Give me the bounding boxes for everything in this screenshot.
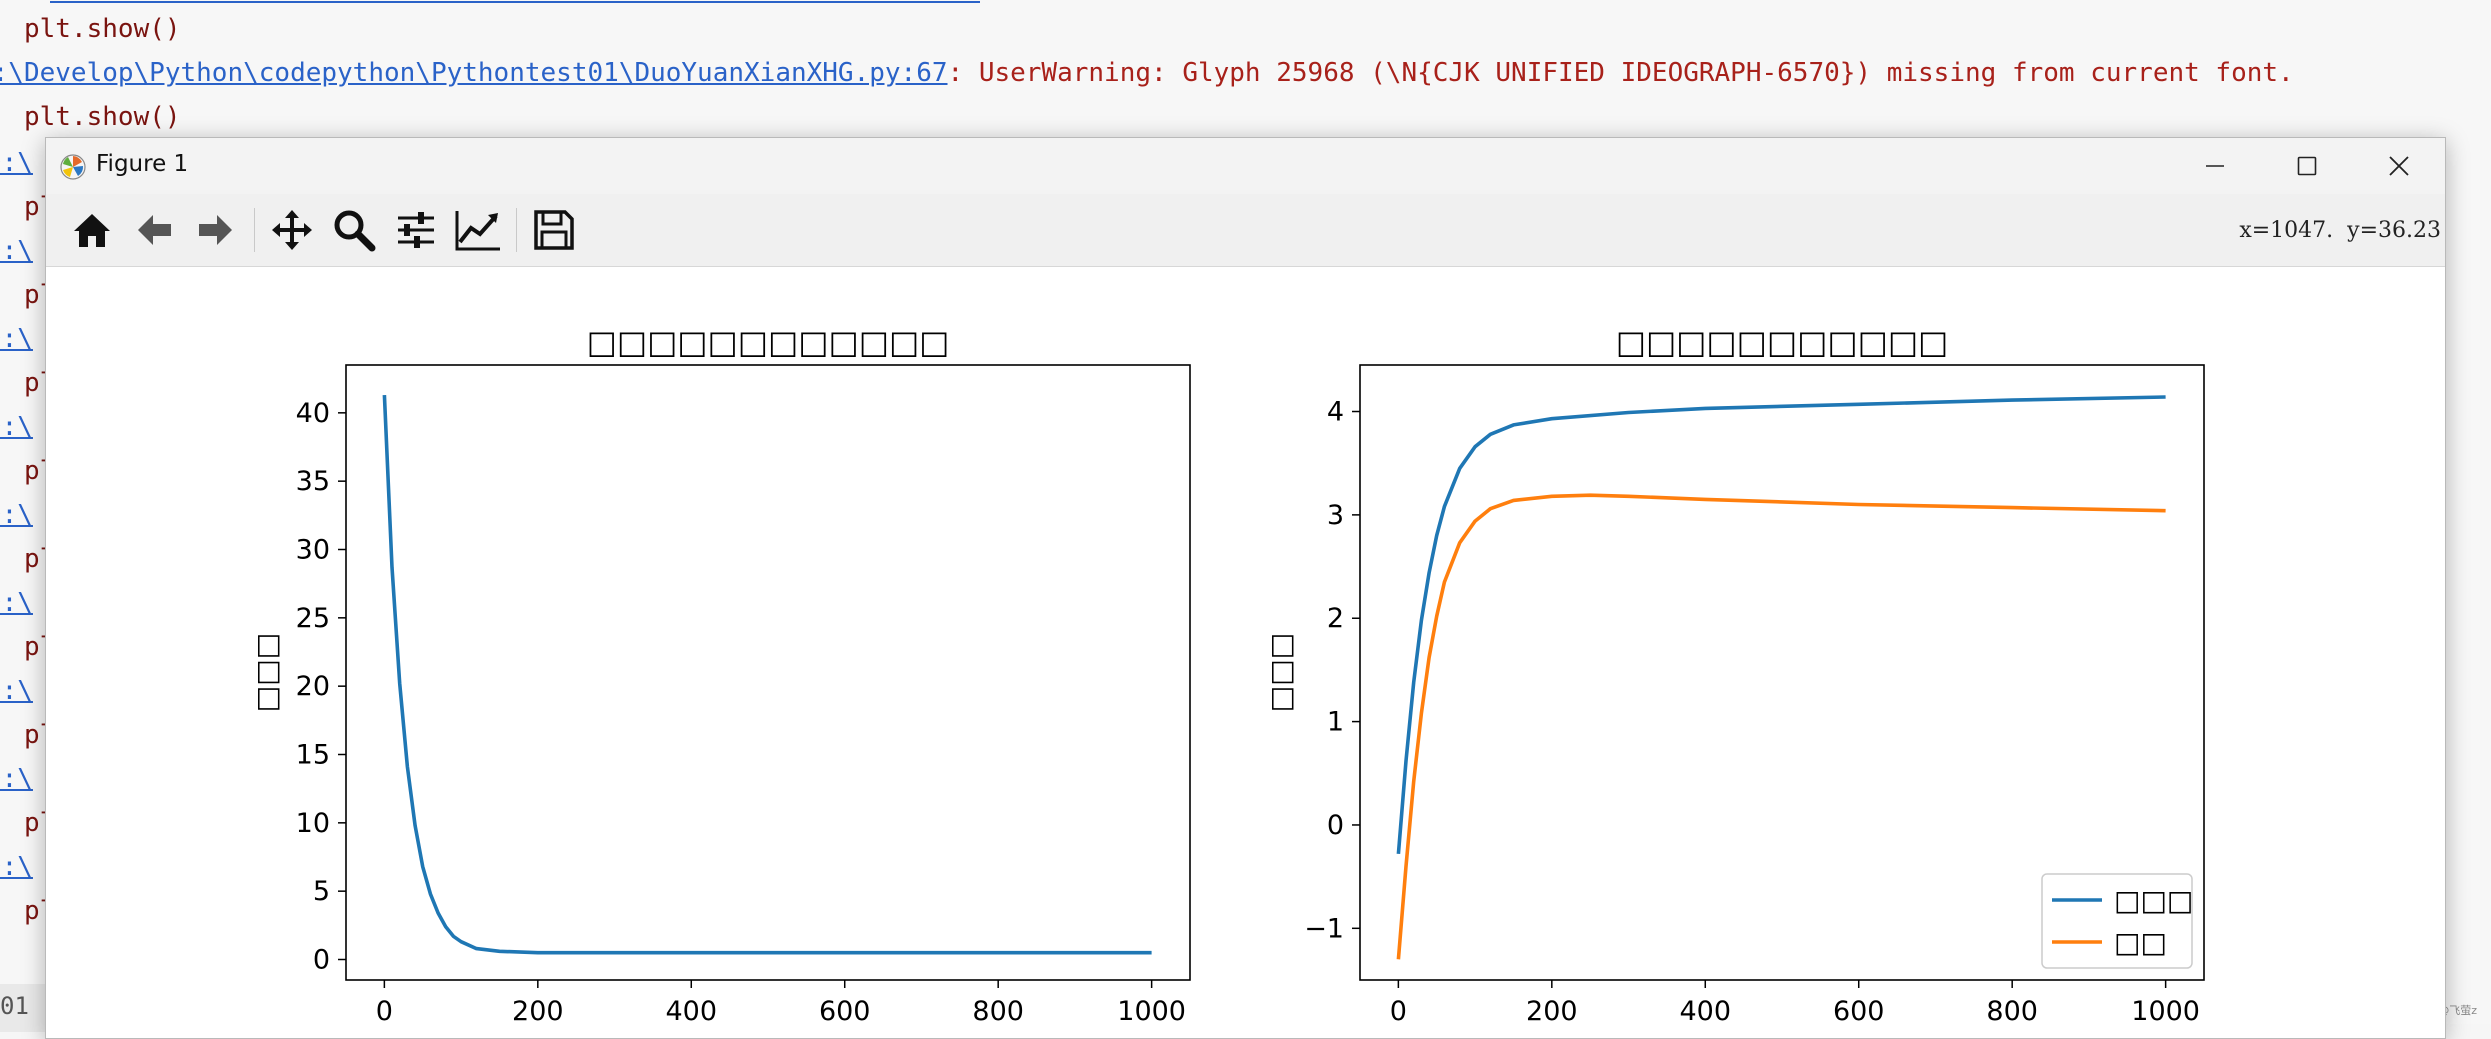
x-tick-label: 400 [665, 996, 717, 1027]
x-tick-label: 200 [1526, 996, 1578, 1027]
console-code-line: plt.show() [24, 14, 181, 44]
console-link-top[interactable] [50, 0, 980, 3]
toolbar-separator [516, 208, 517, 252]
y-tick-label: 35 [296, 466, 330, 497]
back-icon [138, 215, 171, 245]
close-button[interactable] [2353, 138, 2445, 194]
y-tick-label: 10 [296, 808, 330, 839]
maximize-icon [2297, 156, 2317, 176]
x-tick-label: 0 [1390, 996, 1407, 1027]
x-tick-label: 200 [512, 996, 564, 1027]
window-title: Figure 1 [96, 151, 189, 177]
y-tick-label: 2 [1327, 603, 1344, 634]
edit-axis-icon [455, 211, 500, 251]
forward-icon [199, 215, 232, 245]
console-file-link[interactable]: D:\Develop\Python\codepython\Pythontest0… [0, 58, 948, 88]
cursor-coordinates: x=1047. y=36.23 [2239, 218, 2441, 243]
y-tick-label: 3 [1327, 500, 1344, 531]
y-tick-label: 4 [1327, 397, 1344, 428]
home-icon [74, 214, 110, 247]
y-tick-label: −1 [1304, 913, 1344, 944]
console-side-link[interactable]: D:\ [0, 676, 33, 706]
figure-window: Figure 1 x=1047. y=36.23 □□□□□□□□□□□□ 0 … [45, 137, 2446, 1039]
matplotlib-app-icon [60, 154, 86, 180]
save-button[interactable] [530, 206, 578, 254]
y-tick-label: 0 [1327, 810, 1344, 841]
chart-title: □□□□□□□□□□□ [1616, 323, 1949, 361]
console-side-link[interactable]: D:\ [0, 588, 33, 618]
x-tick-label: 800 [1986, 996, 2038, 1027]
x-tick-label: 0 [376, 996, 393, 1027]
y-tick-label: 25 [296, 603, 330, 634]
home-button[interactable] [68, 206, 116, 254]
configure-subplots-icon [398, 212, 434, 248]
close-icon [2389, 156, 2409, 176]
minimize-icon [2206, 165, 2224, 167]
console-side-link[interactable]: D:\ [0, 236, 33, 266]
console-side-link[interactable]: D:\ [0, 412, 33, 442]
maximize-button[interactable] [2261, 138, 2353, 194]
y-tick-label: 1 [1327, 707, 1344, 738]
x-tick-label: 600 [819, 996, 871, 1027]
pan-button[interactable] [268, 206, 316, 254]
edit-axis-button[interactable] [454, 206, 502, 254]
console-side-link[interactable]: D:\ [0, 764, 33, 794]
y-tick-label: 20 [296, 671, 330, 702]
figure-canvas[interactable]: □□□□□□□□□□□□0 200 400 600 800 100005101520253… [46, 267, 2443, 1037]
chart-title: □□□□□□□□□□□□ [587, 323, 950, 361]
x-tick-label: 1000 [2131, 996, 2200, 1027]
console-side-link[interactable]: D:\ [0, 852, 33, 882]
axes-frame [345, 364, 1191, 981]
title-bar[interactable]: Figure 1 [46, 138, 2445, 194]
y-axis-label: □□□ [250, 633, 283, 712]
y-axis-label: □□□ [1264, 633, 1297, 712]
console-side-link[interactable]: D:\ [0, 500, 33, 530]
console-side-link[interactable]: D:\ [0, 148, 33, 178]
x-tick-label: 400 [1679, 996, 1731, 1027]
status-text: 01 [0, 992, 29, 1020]
y-tick-label: 15 [296, 740, 330, 771]
navigation-toolbar: x=1047. y=36.23 [46, 194, 2445, 267]
pan-icon [272, 210, 312, 250]
legend-label-1: □□□ [2114, 884, 2193, 917]
zoom-icon [334, 210, 376, 252]
x-tick-label: 600 [1833, 996, 1885, 1027]
x-tick-label: 800 [972, 996, 1024, 1027]
x-tick-label: 1000 [1117, 996, 1186, 1027]
y-tick-label: 5 [313, 876, 330, 907]
console-code-line: plt.show() [24, 102, 181, 132]
y-tick-label: 0 [313, 945, 330, 976]
legend-label-2: □□ [2114, 926, 2167, 959]
configure-subplots-button[interactable] [392, 206, 440, 254]
console-side-link[interactable]: D:\ [0, 324, 33, 354]
back-button[interactable] [130, 206, 178, 254]
y-tick-label: 40 [296, 398, 330, 429]
save-icon [534, 210, 574, 250]
toolbar-separator [254, 208, 255, 252]
y-tick-label: 30 [296, 535, 330, 566]
zoom-button[interactable] [330, 206, 378, 254]
console-warning-text: : UserWarning: Glyph 25968 (\N{CJK UNIFI… [947, 58, 2294, 88]
forward-button[interactable] [192, 206, 240, 254]
console-warning-line: D:\Develop\Python\codepython\Pythontest0… [0, 58, 2294, 88]
minimize-button[interactable] [2169, 138, 2261, 194]
